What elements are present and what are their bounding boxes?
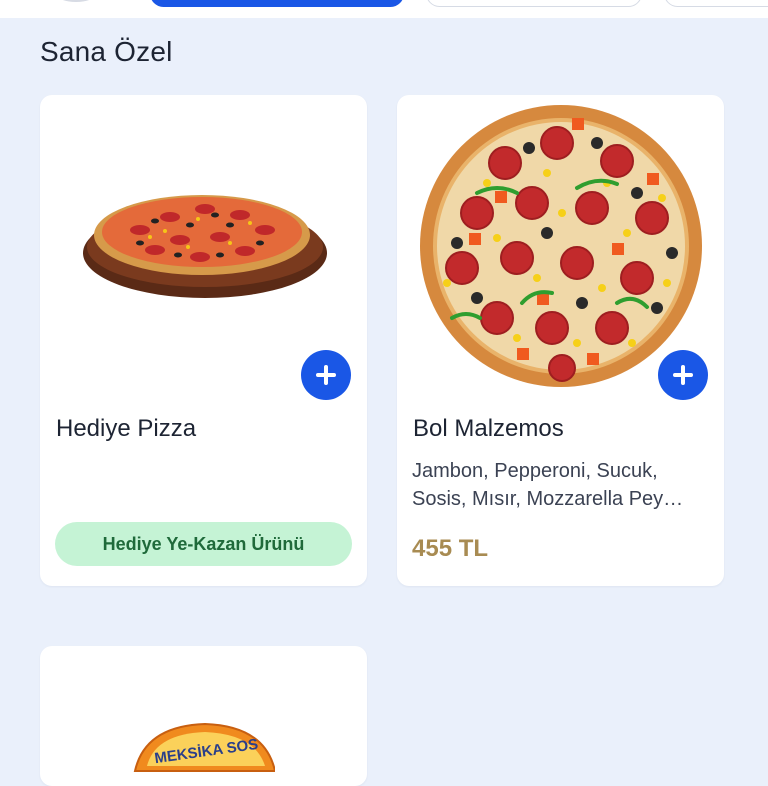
product-description-line: Sosis, Mısır, Mozzarella Pey… bbox=[412, 488, 684, 510]
category-chip[interactable] bbox=[664, 0, 768, 7]
category-chip-active[interactable] bbox=[150, 0, 404, 7]
product-title: Bol Malzemos bbox=[413, 415, 564, 442]
pizza-top-view-image bbox=[420, 105, 702, 387]
product-card[interactable]: MEKSİKA SOS bbox=[40, 646, 367, 786]
add-to-cart-button[interactable] bbox=[658, 350, 708, 400]
plus-icon bbox=[673, 365, 693, 385]
section-title: Sana Özel bbox=[40, 36, 173, 67]
product-card[interactable]: Hediye Pizza Hediye Ye-Kazan Ürünü bbox=[40, 95, 367, 586]
sauce-package-image: MEKSİKA SOS bbox=[133, 722, 275, 772]
category-chip[interactable] bbox=[426, 0, 642, 7]
product-description: Jambon, Pepperoni, Sucuk, Sosis, Mısır, … bbox=[412, 457, 712, 513]
top-category-bar bbox=[0, 0, 768, 18]
product-price: 455 TL bbox=[412, 535, 489, 562]
top-avatar[interactable] bbox=[56, 0, 96, 2]
reward-badge: Hediye Ye-Kazan Ürünü bbox=[55, 522, 352, 566]
add-to-cart-button[interactable] bbox=[301, 350, 351, 400]
pizza-on-board-image bbox=[83, 195, 327, 298]
product-title: Hediye Pizza bbox=[56, 415, 197, 442]
product-description-line: Jambon, Pepperoni, Sucuk, bbox=[412, 460, 658, 482]
product-card[interactable]: Bol Malzemos Jambon, Pepperoni, Sucuk, S… bbox=[397, 95, 724, 586]
plus-icon bbox=[316, 365, 336, 385]
